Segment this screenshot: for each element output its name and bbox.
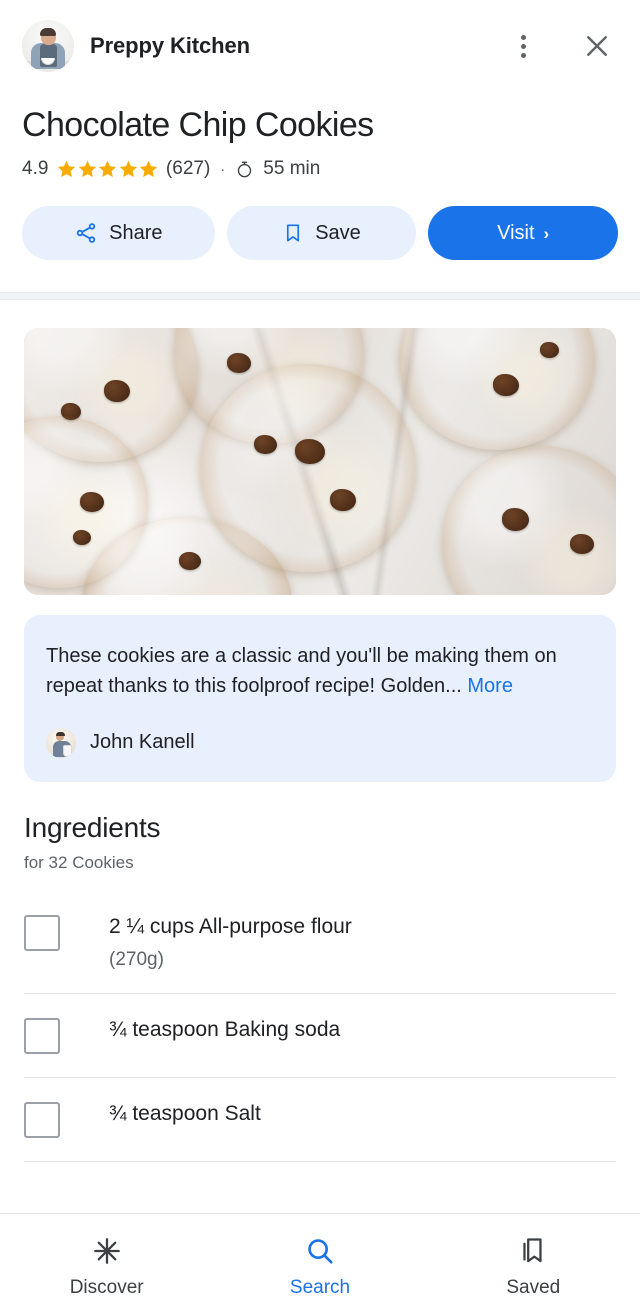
ingredient-checkbox[interactable] <box>24 1018 60 1055</box>
share-label: Share <box>109 221 163 244</box>
author-row[interactable]: John Kanell <box>46 727 594 758</box>
ingredient-label: ¾ teaspoon Baking soda <box>109 1018 341 1042</box>
ingredients-section: Ingredients for 32 Cookies 2 ¼ cups All-… <box>0 782 640 1163</box>
action-buttons: Share Save Visit › <box>0 180 640 292</box>
share-button[interactable]: Share <box>22 206 215 261</box>
star-rating <box>56 159 159 180</box>
visit-button[interactable]: Visit › <box>428 206 618 261</box>
ingredients-title: Ingredients <box>24 811 161 843</box>
discover-asterisk-icon <box>93 1237 120 1264</box>
description-card: These cookies are a classic and you'll b… <box>24 615 616 782</box>
share-icon <box>76 223 96 243</box>
app-header: Preppy Kitchen <box>0 0 640 92</box>
ingredient-checkbox[interactable] <box>24 1102 60 1139</box>
bookmarks-icon <box>523 1237 542 1262</box>
list-item[interactable]: 2 ¼ cups All-purpose flour (270g) <box>24 891 616 995</box>
header-actions <box>506 29 614 63</box>
title-block: Chocolate Chip Cookies 4.9 (627) · 55 mi… <box>0 92 640 180</box>
ingredient-texts: ¾ teaspoon Baking soda <box>109 1016 340 1043</box>
ingredients-servings: for 32 Cookies <box>24 852 134 872</box>
star-icon <box>99 160 117 177</box>
timer-icon <box>238 161 252 177</box>
rating-count: (627) <box>165 158 211 180</box>
recipe-detail-screen: Preppy Kitchen Chocolate Chip Cookies 4.… <box>0 0 640 1315</box>
meta-separator: · <box>220 160 226 178</box>
list-item[interactable]: ¾ teaspoon Baking soda <box>24 994 616 1079</box>
close-icon <box>587 36 607 56</box>
save-button[interactable]: Save <box>226 206 417 261</box>
save-label: Save <box>315 221 361 244</box>
ingredients-list: 2 ¼ cups All-purpose flour (270g) ¾ teas… <box>24 891 616 1163</box>
publisher-avatar <box>22 20 74 72</box>
publisher-block[interactable]: Preppy Kitchen <box>22 20 506 72</box>
ingredient-checkbox[interactable] <box>24 914 60 951</box>
recipe-meta: 4.9 (627) · 55 min <box>22 158 618 180</box>
publisher-name: Preppy Kitchen <box>90 33 250 58</box>
nav-item-saved[interactable]: Saved <box>427 1214 640 1315</box>
page-title: Chocolate Chip Cookies <box>22 106 374 144</box>
nav-label-search: Search <box>289 1276 351 1298</box>
chevron-right-icon: › <box>543 224 550 244</box>
ingredient-label: 2 ¼ cups All-purpose flour <box>109 914 352 938</box>
nav-label-discover: Discover <box>69 1276 144 1298</box>
kebab-menu-button[interactable] <box>506 29 540 63</box>
star-icon <box>119 160 137 177</box>
nav-label-saved: Saved <box>506 1276 561 1298</box>
recipe-hero-image[interactable] <box>24 328 616 596</box>
rating-value: 4.9 <box>22 158 49 180</box>
star-icon <box>78 160 96 177</box>
bookmark-icon <box>287 224 300 242</box>
description-wrap: These cookies are a classic and you'll b… <box>0 595 640 782</box>
star-icon <box>58 160 76 177</box>
list-item[interactable]: ¾ teaspoon Salt <box>24 1078 616 1163</box>
nav-item-search[interactable]: Search <box>213 1214 426 1315</box>
kebab-menu-icon <box>520 34 526 58</box>
author-name: John Kanell <box>90 731 195 754</box>
more-link[interactable]: More <box>467 675 513 697</box>
search-icon <box>308 1238 333 1264</box>
star-icon <box>140 160 158 177</box>
author-avatar <box>46 727 76 758</box>
cook-time: 55 min <box>235 158 320 180</box>
bottom-navigation: Discover Search Saved <box>0 1213 640 1315</box>
visit-label: Visit <box>497 221 535 244</box>
section-divider <box>0 292 640 301</box>
close-button[interactable] <box>580 29 614 63</box>
ingredient-texts: ¾ teaspoon Salt <box>109 1100 261 1127</box>
description-text: These cookies are a classic and you'll b… <box>46 641 594 702</box>
cook-time-label: 55 min <box>263 158 321 180</box>
nav-item-discover[interactable]: Discover <box>0 1214 213 1315</box>
ingredient-label: ¾ teaspoon Salt <box>109 1102 261 1126</box>
hero-image-wrap <box>0 300 640 596</box>
ingredient-metric: (270g) <box>109 949 164 971</box>
ingredient-texts: 2 ¼ cups All-purpose flour (270g) <box>109 913 352 971</box>
